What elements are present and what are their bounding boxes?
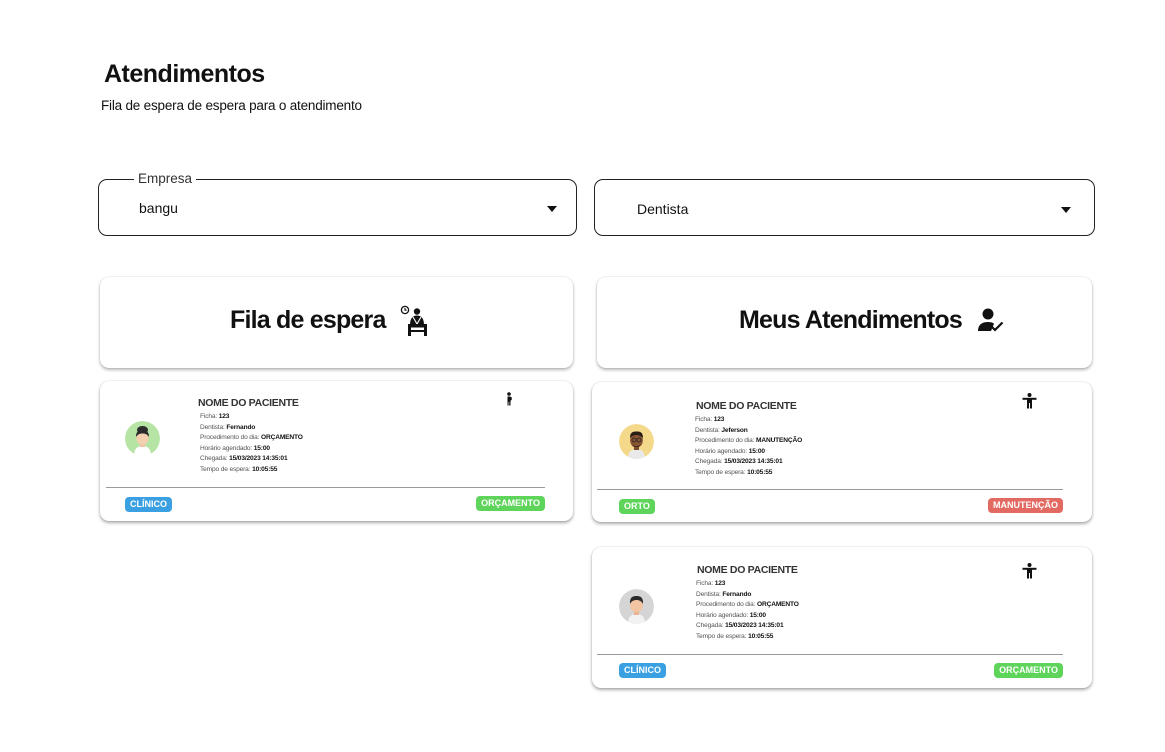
chegada-row: Chegada: 15/03/2023 14:35:01 [696, 622, 784, 629]
procedure-tag: ORÇAMENTO [476, 496, 545, 511]
tempo-row: Tempo de espera: 10:05:55 [695, 468, 773, 476]
caret-down-icon [547, 206, 557, 212]
page-title: Atendimentos [104, 60, 265, 88]
mine-title: Meus Atendimentos [739, 306, 963, 334]
queue-header-card[interactable]: Fila de espera [100, 277, 573, 368]
specialty-tag: CLÍNICO [125, 497, 172, 512]
dentista-row: Dentista: Fernando [200, 423, 256, 431]
patient-card[interactable]: NOME DO PACIENTE Ficha: 123 Dentista: Fe… [592, 547, 1092, 688]
specialty-tag: ORTO [619, 499, 655, 514]
empresa-value: bangu [139, 200, 178, 216]
accessibility-person-icon [1022, 563, 1037, 584]
procedimento-row: Procedimento do dia: ORÇAMENTO [696, 601, 799, 608]
patient-avatar [125, 421, 160, 456]
dentista-row: Dentista: Jeferson [695, 426, 748, 434]
page-subtitle: Fila de espera de espera para o atendime… [101, 98, 362, 113]
horario-row: Horário agendado: 15:00 [695, 447, 765, 455]
patient-info: Ficha: 123 Dentista: Fernando Procedimen… [696, 579, 799, 642]
ficha-row: Ficha: 123 [200, 413, 230, 420]
pregnant-person-icon [505, 392, 514, 411]
patient-avatar [619, 424, 654, 459]
dentista-row: Dentista: Fernando [696, 590, 752, 598]
card-divider [597, 654, 1063, 655]
accessibility-person-icon [1022, 393, 1037, 414]
person-check-icon [978, 307, 1004, 338]
waiting-room-icon [400, 305, 430, 342]
tempo-row: Tempo de espera: 10:05:55 [696, 632, 774, 640]
mine-header-card[interactable]: Meus Atendimentos [597, 277, 1092, 368]
chegada-row: Chegada: 15/03/2023 14:35:01 [695, 458, 783, 465]
ficha-row: Ficha: 123 [695, 416, 725, 423]
patient-info: Ficha: 123 Dentista: Fernando Procedimen… [200, 412, 303, 475]
tempo-row: Tempo de espera: 10:05:55 [200, 465, 278, 473]
caret-down-icon [1061, 207, 1071, 213]
patient-name: NOME DO PACIENTE [198, 397, 299, 409]
patient-avatar [619, 589, 654, 624]
patient-card[interactable]: NOME DO PACIENTE Ficha: 123 Dentista: Je… [592, 382, 1092, 522]
especialidade-value: Dentista [637, 201, 689, 217]
procedure-tag: MANUTENÇÃO [988, 498, 1063, 513]
queue-title: Fila de espera [230, 306, 386, 334]
patient-name: NOME DO PACIENTE [696, 400, 797, 412]
especialidade-select[interactable]: Dentista [594, 179, 1095, 236]
empresa-select[interactable]: Empresa bangu [98, 171, 577, 236]
patient-card[interactable]: NOME DO PACIENTE Ficha: 123 Dentista: Fe… [100, 381, 573, 521]
card-divider [597, 489, 1063, 490]
ficha-row: Ficha: 123 [696, 580, 726, 587]
procedimento-row: Procedimento do dia: ORÇAMENTO [200, 434, 303, 441]
patient-name: NOME DO PACIENTE [697, 564, 798, 576]
empresa-label: Empresa [134, 171, 197, 186]
procedimento-row: Procedimento do dia: MANUTENÇÃO [695, 437, 803, 444]
horario-row: Horário agendado: 15:00 [200, 444, 270, 452]
card-divider [106, 487, 545, 488]
procedure-tag: ORÇAMENTO [994, 663, 1063, 678]
specialty-tag: CLÍNICO [619, 663, 666, 678]
horario-row: Horário agendado: 15:00 [696, 611, 766, 619]
patient-info: Ficha: 123 Dentista: Jeferson Procedimen… [695, 415, 802, 478]
chegada-row: Chegada: 15/03/2023 14:35:01 [200, 455, 288, 462]
